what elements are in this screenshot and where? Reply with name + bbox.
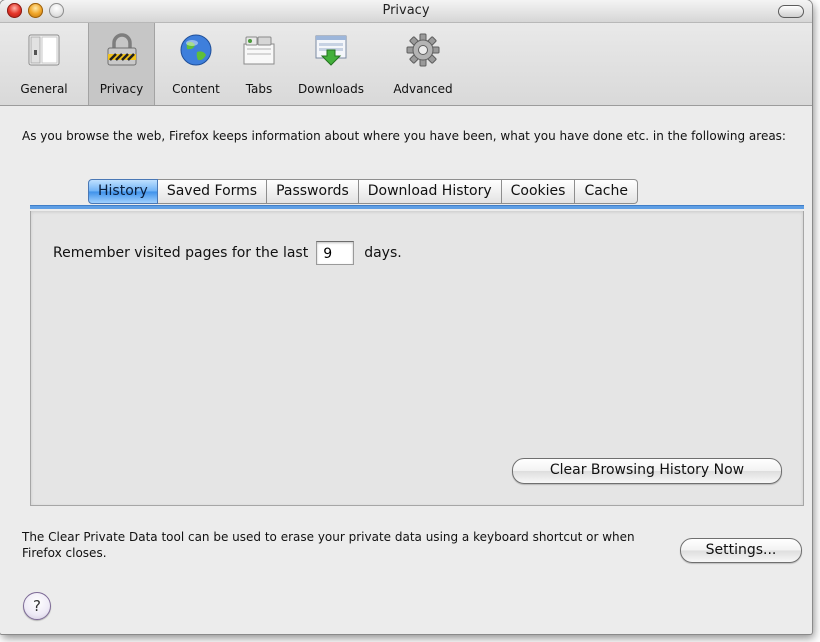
help-button[interactable]: ? [23,592,51,620]
preferences-toolbar: General Privacy Content Tabs Downloads A… [0,23,812,106]
title-bar: Privacy [0,0,812,23]
tab-download-history[interactable]: Download History [358,179,502,204]
toolbar-toggle-button[interactable] [778,5,804,18]
tabs-icon [243,36,275,65]
toolbar-item-advanced[interactable]: Advanced [380,23,466,105]
general-panel-icon [28,34,60,66]
toolbar-label-privacy: Privacy [99,82,144,96]
settings-button[interactable]: Settings... [680,538,802,563]
toolbar-item-general[interactable]: General [2,23,86,105]
tab-passwords[interactable]: Passwords [267,179,359,204]
gear-icon [406,33,440,67]
history-panel: Remember visited pages for the last days… [30,211,804,506]
toolbar-item-downloads[interactable]: Downloads [286,23,376,105]
globe-icon [180,34,212,66]
toolbar-item-content[interactable]: Content [158,23,234,105]
history-days-input[interactable] [316,241,355,265]
clear-private-data-text: The Clear Private Data tool can be used … [22,530,635,560]
toolbar-label-downloads: Downloads [298,82,364,96]
window-title: Privacy [382,3,430,18]
preferences-window: Privacy General Privacy Content Tabs Dow… [0,0,812,634]
padlock-icon [107,33,136,66]
download-icon [315,35,347,66]
toolbar-label-general: General [20,82,68,96]
tab-divider [30,205,804,209]
clear-browsing-history-button[interactable]: Clear Browsing History Now [512,458,782,484]
toolbar-label-tabs: Tabs [245,82,273,96]
privacy-tab-bar: History Saved Forms Passwords Download H… [88,179,638,204]
toolbar-label-advanced: Advanced [393,82,453,96]
toolbar-item-tabs[interactable]: Tabs [236,23,282,105]
tab-history[interactable]: History [88,179,158,204]
toolbar-label-content: Content [172,82,220,96]
history-days-row: Remember visited pages for the last days… [53,241,402,265]
tab-cache[interactable]: Cache [575,179,638,204]
remember-label: Remember visited pages for the last [53,245,309,261]
tab-cookies[interactable]: Cookies [501,179,576,204]
toolbar-item-privacy[interactable]: Privacy [88,23,155,105]
tab-saved-forms[interactable]: Saved Forms [157,179,268,204]
days-label: days. [364,245,402,261]
privacy-intro-text: As you browse the web, Firefox keeps inf… [22,129,786,143]
